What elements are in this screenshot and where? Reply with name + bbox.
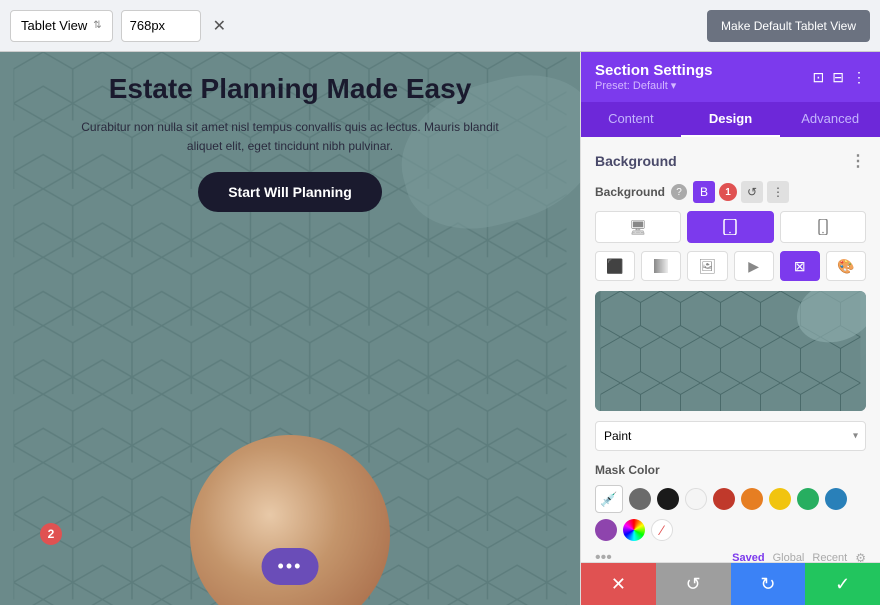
panel-more-icon[interactable]: ⋮ — [852, 69, 866, 86]
swatch-red[interactable] — [713, 488, 735, 510]
swatch-black[interactable] — [657, 488, 679, 510]
type-pattern-btn[interactable]: 🎨 — [826, 251, 866, 281]
tab-content[interactable]: Content — [581, 102, 681, 137]
panel-tabs: Content Design Advanced — [581, 102, 880, 137]
mobile-icon — [818, 219, 828, 235]
canvas-header: Estate Planning Made Easy Curabitur non … — [0, 52, 580, 238]
swatch-meta-row: ••• Saved Global Recent ⚙ — [595, 549, 866, 562]
settings-panel: Section Settings Preset: Default ▾ ⊡ ⊟ ⋮… — [580, 52, 880, 605]
swatch-saved-link[interactable]: Saved — [732, 552, 764, 563]
swatch-blue[interactable] — [825, 488, 847, 510]
bg-more-btn[interactable]: ⋮ — [767, 181, 789, 203]
swatch-dark-gray[interactable] — [629, 488, 651, 510]
view-select[interactable]: Tablet View ⇅ — [10, 10, 113, 42]
panel-footer: ✕ ↺ ↻ ✓ — [581, 562, 880, 605]
three-dots-button[interactable]: ••• — [262, 548, 319, 585]
canvas-title: Estate Planning Made Easy — [30, 72, 550, 106]
bg-label-text: Background — [595, 185, 665, 199]
type-gradient-btn[interactable] — [641, 251, 681, 281]
badge-2: 2 — [40, 523, 62, 545]
eyedropper-button[interactable]: 💉 — [595, 485, 623, 513]
mask-color-label: Mask Color — [595, 463, 866, 477]
panel-layout-icon[interactable]: ⊟ — [832, 69, 844, 86]
bg-image-btn[interactable]: B — [693, 181, 715, 203]
swatch-purple[interactable] — [595, 519, 617, 541]
close-resolution-button[interactable]: ✕ — [209, 14, 230, 38]
type-video-btn[interactable]: ▶ — [734, 251, 774, 281]
panel-body: Background ⋮ Background ? B 1 ↺ ⋮ 🖥 — [581, 137, 880, 562]
footer-confirm-button[interactable]: ✓ — [805, 563, 880, 605]
panel-preset: Preset: Default ▾ — [595, 79, 713, 92]
swatch-more-dots[interactable]: ••• — [595, 549, 612, 562]
tab-advanced[interactable]: Advanced — [780, 102, 880, 137]
tab-design[interactable]: Design — [681, 102, 781, 137]
bg-preview — [595, 291, 866, 411]
badge-1: 1 — [719, 183, 737, 201]
color-swatches: 💉 ⁄ — [595, 485, 866, 541]
image-type-row: ⬛ 🖼 ▶ ⊠ 🎨 — [595, 251, 866, 281]
swatch-rainbow[interactable] — [623, 519, 645, 541]
swatch-green[interactable] — [797, 488, 819, 510]
panel-title: Section Settings — [595, 62, 713, 79]
swatch-white[interactable] — [685, 488, 707, 510]
type-image-btn[interactable]: 🖼 — [687, 251, 727, 281]
device-row: 🖥 — [595, 211, 866, 243]
swatch-gear-icon[interactable]: ⚙ — [855, 551, 866, 562]
type-color-btn[interactable]: ⬛ — [595, 251, 635, 281]
device-mobile-btn[interactable] — [780, 211, 866, 243]
canvas-cta-button[interactable]: Start Will Planning — [198, 172, 382, 212]
swatch-yellow[interactable] — [769, 488, 791, 510]
footer-reset-button[interactable]: ↺ — [656, 563, 731, 605]
footer-cancel-button[interactable]: ✕ — [581, 563, 656, 605]
main-area: Estate Planning Made Easy Curabitur non … — [0, 52, 880, 605]
bg-reset-btn[interactable]: ↺ — [741, 181, 763, 203]
paint-select-wrapper: Paint Blur Overlay ▾ — [595, 421, 866, 451]
canvas-subtitle: Curabitur non nulla sit amet nisl tempus… — [80, 118, 500, 156]
top-bar: Tablet View ⇅ ✕ Make Default Tablet View — [0, 0, 880, 52]
type-mask-btn[interactable]: ⊠ — [780, 251, 820, 281]
canvas-content: Estate Planning Made Easy Curabitur non … — [0, 52, 580, 605]
swatch-none[interactable]: ⁄ — [651, 519, 673, 541]
section-title-text: Background — [595, 153, 677, 169]
device-desktop-btn[interactable]: 🖥 — [595, 211, 681, 243]
swatch-orange[interactable] — [741, 488, 763, 510]
device-tablet-btn[interactable] — [687, 211, 773, 243]
make-default-button[interactable]: Make Default Tablet View — [707, 10, 870, 42]
bg-preview-hex — [595, 291, 866, 411]
chevron-icon: ⇅ — [93, 20, 101, 31]
panel-header-icons: ⊡ ⊟ ⋮ — [813, 69, 866, 86]
view-label: Tablet View — [21, 18, 87, 33]
footer-refresh-button[interactable]: ↻ — [731, 563, 806, 605]
gradient-icon — [654, 259, 668, 273]
panel-title-area: Section Settings Preset: Default ▾ — [595, 62, 713, 92]
resolution-input[interactable] — [121, 10, 201, 42]
panel-responsive-icon[interactable]: ⊡ — [813, 69, 825, 86]
bg-help-icon[interactable]: ? — [671, 184, 687, 200]
tablet-icon — [723, 219, 737, 235]
panel-header: Section Settings Preset: Default ▾ ⊡ ⊟ ⋮ — [581, 52, 880, 102]
bg-controls: B 1 ↺ ⋮ — [693, 181, 789, 203]
section-title-row: Background ⋮ — [595, 151, 866, 171]
swatch-recent-link[interactable]: Recent — [812, 552, 847, 562]
swatch-global-link[interactable]: Global — [773, 552, 805, 562]
paint-select[interactable]: Paint Blur Overlay — [595, 421, 866, 451]
bg-label-row: Background ? B 1 ↺ ⋮ — [595, 181, 866, 203]
section-dots-icon[interactable]: ⋮ — [850, 151, 866, 171]
canvas-area: Estate Planning Made Easy Curabitur non … — [0, 52, 580, 605]
